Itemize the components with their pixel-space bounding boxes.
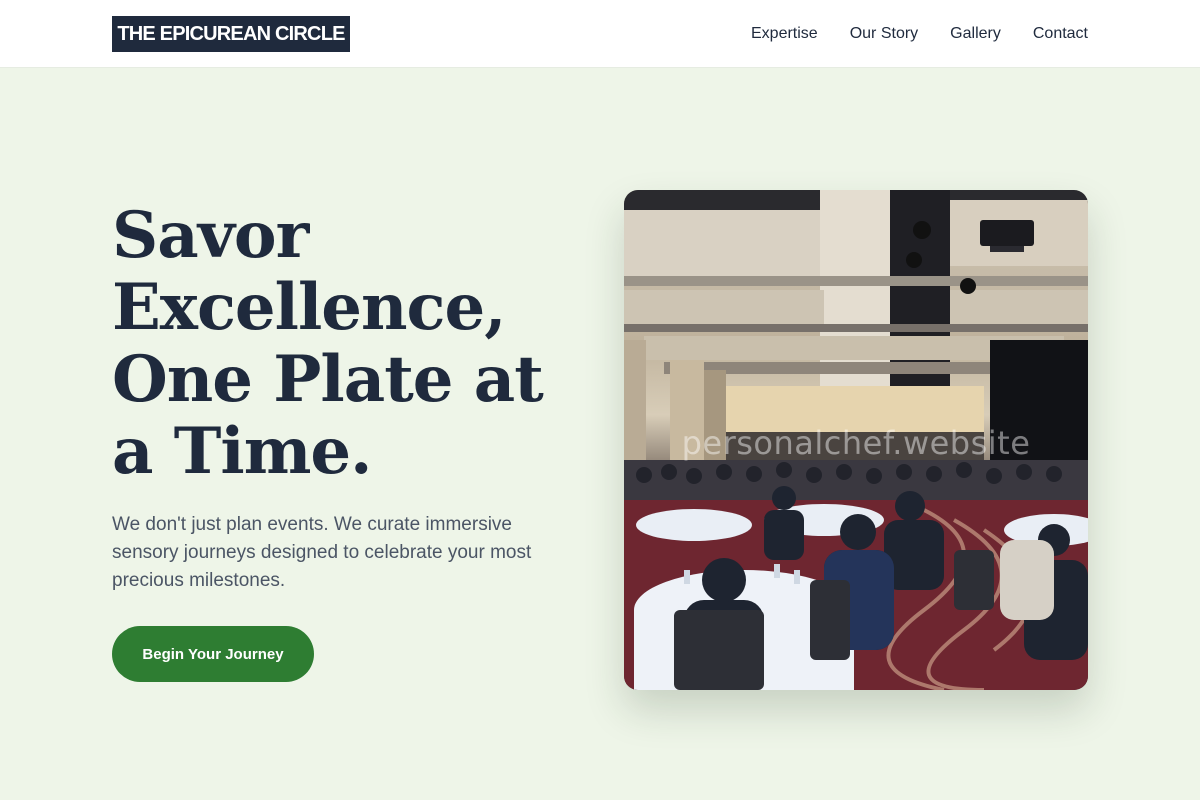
site-header: THE EPICUREAN CIRCLE Expertise Our Story… — [0, 0, 1200, 68]
nav-link-our-story[interactable]: Our Story — [850, 25, 918, 43]
image-watermark: personalchef.website — [681, 424, 1031, 462]
hero-image-banquet-hall: personalchef.website — [624, 190, 1088, 690]
hero-title: Savor Excellence, One Plate at a Time. — [112, 198, 544, 489]
main-nav: Expertise Our Story Gallery Contact — [751, 0, 1088, 68]
brand-logo[interactable]: THE EPICUREAN CIRCLE — [112, 16, 350, 52]
nav-link-expertise[interactable]: Expertise — [751, 25, 818, 43]
nav-link-contact[interactable]: Contact — [1033, 25, 1088, 43]
nav-link-gallery[interactable]: Gallery — [950, 25, 1001, 43]
begin-journey-button[interactable]: Begin Your Journey — [112, 626, 314, 682]
hero-subtitle: We don't just plan events. We curate imm… — [112, 514, 532, 591]
